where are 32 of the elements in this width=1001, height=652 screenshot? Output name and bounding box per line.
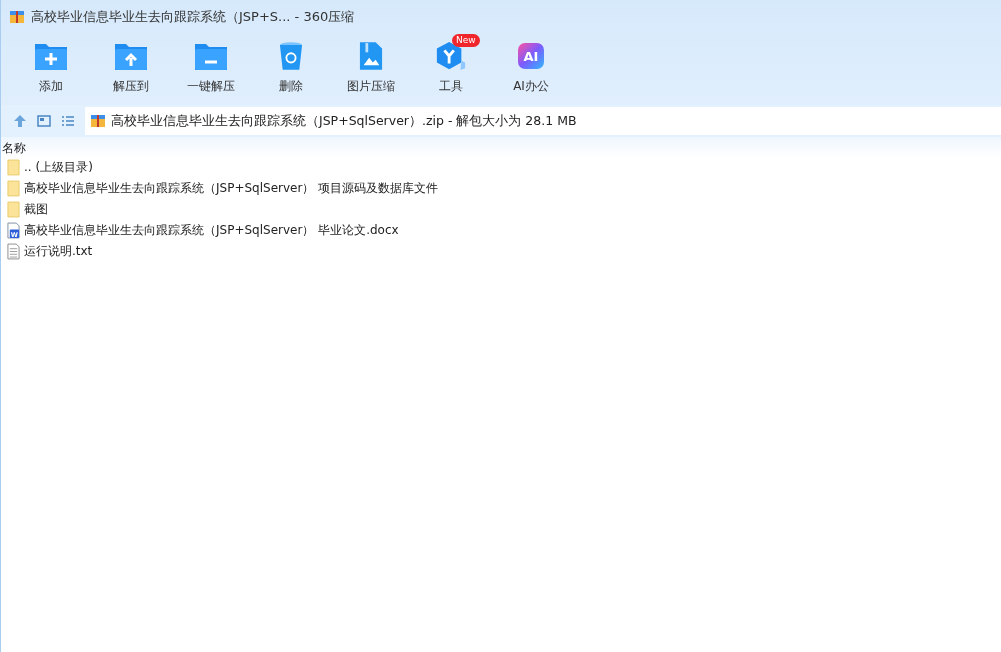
ai-icon: AI <box>518 43 544 69</box>
list-view-icon[interactable] <box>61 114 75 128</box>
toolbar-button[interactable]: New 工具 <box>411 34 491 105</box>
toolbar-button[interactable]: 图片压缩 <box>331 34 411 105</box>
address-bar[interactable]: 高校毕业信息毕业生去向跟踪系统（JSP+SqlServer）.zip - 解包大小为 28.1 MB <box>85 107 1001 135</box>
text-file-icon <box>7 243 20 260</box>
archive-icon <box>9 9 25 25</box>
file-name[interactable]: .. (上级目录) <box>24 159 93 176</box>
file-name[interactable]: 截图 <box>24 201 48 218</box>
toolbar-button[interactable]: AI AI办公 <box>491 34 571 105</box>
toolbar-button[interactable]: 删除 <box>251 34 331 105</box>
column-header[interactable]: 名称 <box>2 140 26 157</box>
file-name[interactable]: 高校毕业信息毕业生去向跟踪系统（JSP+SqlServer） 项目源码及数据库文件 <box>24 180 439 197</box>
folder-icon <box>7 201 20 218</box>
file-name[interactable]: 运行说明.txt <box>24 243 93 260</box>
window-title: 高校毕业信息毕业生去向跟踪系统（JSP+S... - 360压缩 <box>31 8 355 26</box>
toolbar-button[interactable]: 一键解压 <box>171 34 251 105</box>
folder-icon <box>194 41 228 71</box>
up-arrow-icon[interactable] <box>13 114 27 128</box>
folder-icon <box>7 159 20 176</box>
recycle-bin-icon <box>279 41 303 71</box>
folder-icon <box>7 180 20 197</box>
folder-icon <box>34 41 68 71</box>
folder-icon <box>114 41 148 71</box>
archive-path: 高校毕业信息毕业生去向跟踪系统（JSP+SqlServer）.zip - 解包大小为 28.1 MB <box>111 112 577 130</box>
image-file-icon <box>359 41 383 71</box>
archive-icon <box>90 113 106 129</box>
toolbar-button[interactable]: 添加 <box>11 34 91 105</box>
thumbnail-view-icon[interactable] <box>37 114 51 128</box>
new-badge: New <box>452 34 480 47</box>
toolbar-button[interactable]: 解压到 <box>91 34 171 105</box>
file-name[interactable]: 高校毕业信息毕业生去向跟踪系统（JSP+SqlServer） 毕业论文.docx <box>24 222 399 239</box>
